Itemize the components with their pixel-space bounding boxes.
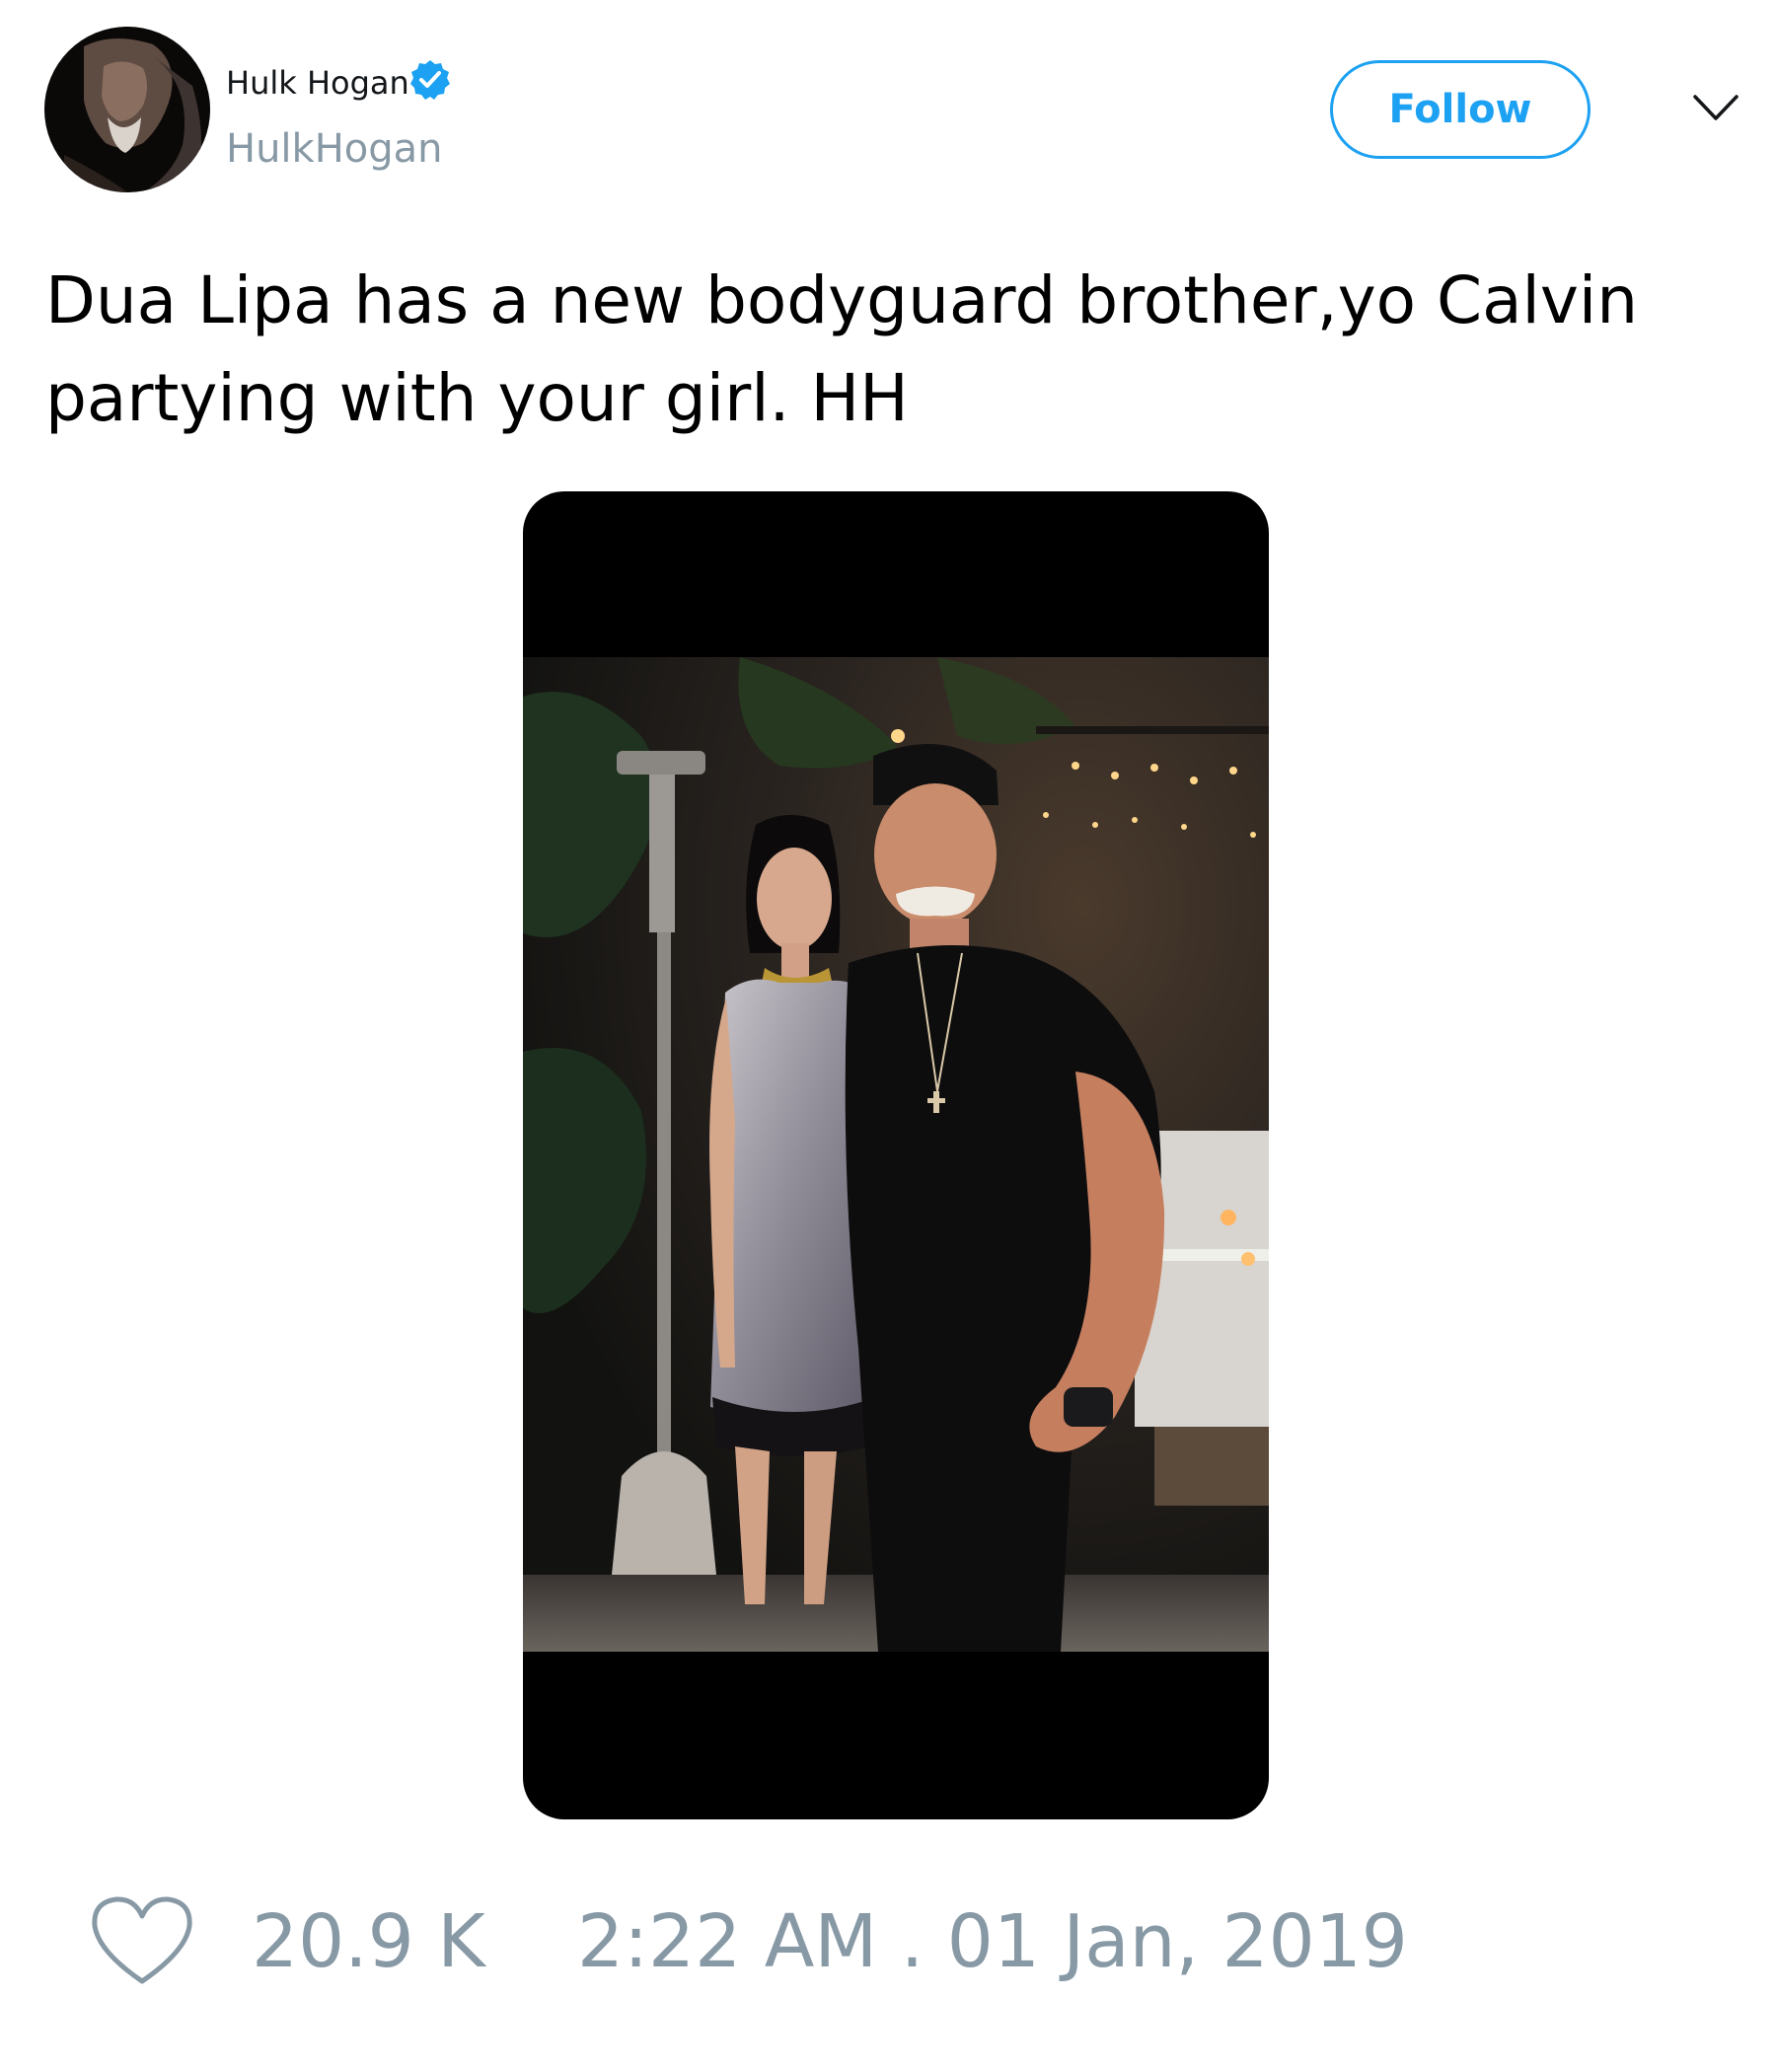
tweet-timestamp[interactable]: 2:22 AM . 01 Jan, 2019 [577, 1899, 1408, 1984]
tweet-text: Dua Lipa has a new bodyguard brother,yo … [45, 262, 1639, 436]
user-handle[interactable]: HulkHogan [226, 126, 443, 172]
verified-badge-icon [410, 60, 450, 100]
display-name[interactable]: Hulk Hogan [226, 64, 409, 102]
avatar-image [44, 27, 210, 192]
avatar[interactable] [44, 27, 210, 192]
tweet-photo [523, 657, 1269, 1652]
follow-button[interactable]: Follow [1330, 60, 1591, 159]
chevron-down-icon[interactable] [1691, 91, 1740, 126]
tweet-media[interactable] [523, 491, 1269, 1819]
like-count: 20.9 K [252, 1899, 485, 1984]
heart-outline-icon[interactable] [89, 1894, 195, 1989]
